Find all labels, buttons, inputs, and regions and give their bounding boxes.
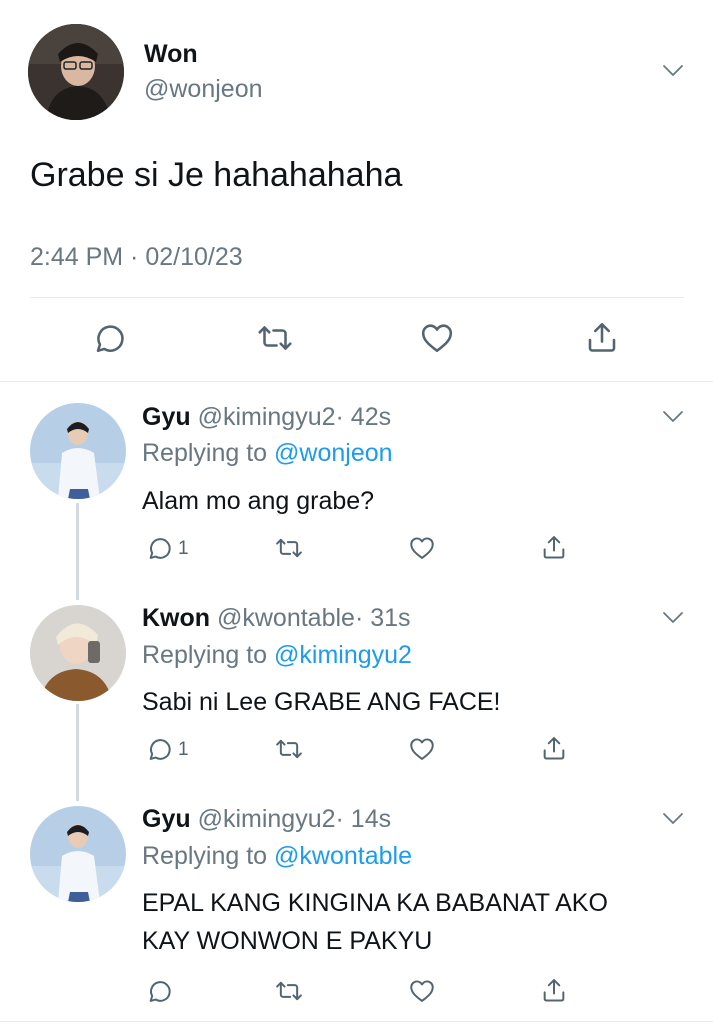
divider: [30, 297, 684, 298]
share-icon[interactable]: [540, 532, 568, 562]
like-icon[interactable]: [408, 977, 436, 1005]
tweet-time: · 14s: [335, 805, 392, 833]
chevron-down-icon[interactable]: [662, 410, 684, 429]
chevron-down-icon[interactable]: [662, 611, 684, 630]
tweet-timestamp: 2:44 PM · 02/10/23: [30, 243, 243, 271]
reply-icon[interactable]: [146, 977, 174, 1005]
author-handle[interactable]: @wonjeon: [144, 75, 263, 104]
retweet-icon[interactable]: [274, 977, 304, 1005]
avatar[interactable]: [30, 403, 126, 499]
author-handle[interactable]: @kimingyu2: [198, 805, 336, 833]
like-icon[interactable]: [408, 735, 436, 763]
replying-to-label: Replying to: [142, 641, 275, 669]
author-handle[interactable]: @kwontable: [217, 604, 355, 632]
share-icon[interactable]: [584, 318, 620, 356]
tweet-text-line: EPAL KANG KINGINA KA BABANAT AKO: [142, 889, 608, 917]
chevron-down-icon[interactable]: [662, 64, 684, 83]
retweet-icon[interactable]: [274, 534, 304, 562]
tweet-text: Grabe si Je hahahahaha: [30, 156, 403, 194]
avatar[interactable]: [28, 24, 124, 120]
section-divider: [0, 381, 713, 382]
reply-icon[interactable]: [146, 534, 174, 562]
tweet-text-line: KAY WONWON E PAKYU: [142, 927, 433, 955]
replying-to-label: Replying to: [142, 842, 275, 870]
author-name[interactable]: Kwon: [142, 604, 210, 632]
replying-to-link[interactable]: @kwontable: [274, 842, 412, 870]
bottom-divider: [0, 1021, 713, 1022]
tweet-text: Sabi ni Lee GRABE ANG FACE!: [142, 688, 501, 716]
replying-to-label: Replying to: [142, 439, 275, 467]
chevron-down-icon[interactable]: [662, 812, 684, 831]
author-name[interactable]: Won: [144, 40, 198, 69]
reply-count: 1: [178, 538, 189, 559]
author-handle[interactable]: @kimingyu2: [198, 403, 336, 431]
share-icon[interactable]: [540, 975, 568, 1005]
avatar[interactable]: [30, 806, 126, 902]
thread-line: [76, 503, 79, 600]
replying-to-link[interactable]: @kimingyu2: [274, 641, 412, 669]
tweet-time: · 42s: [335, 403, 392, 431]
share-icon[interactable]: [540, 733, 568, 763]
reply-icon[interactable]: [146, 735, 174, 763]
reply-count: 1: [178, 739, 189, 760]
like-icon[interactable]: [419, 320, 455, 356]
tweet-time: · 31s: [354, 604, 411, 632]
reply-icon[interactable]: [92, 320, 128, 356]
replying-to-link[interactable]: @wonjeon: [274, 439, 393, 467]
tweet-text: Alam mo ang grabe?: [142, 487, 375, 515]
thread-line: [76, 704, 79, 801]
author-name[interactable]: Gyu: [142, 805, 191, 833]
like-icon[interactable]: [408, 534, 436, 562]
retweet-icon[interactable]: [274, 735, 304, 763]
retweet-icon[interactable]: [256, 320, 294, 356]
avatar[interactable]: [30, 605, 126, 701]
author-name[interactable]: Gyu: [142, 403, 191, 431]
